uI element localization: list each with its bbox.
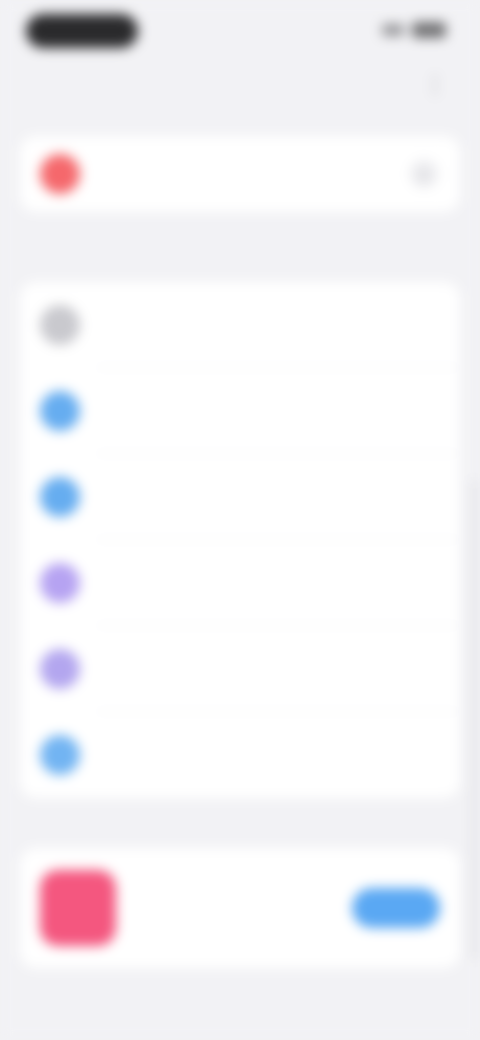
more-icon[interactable]: ⋮ — [420, 70, 450, 100]
gray-circle-icon — [40, 305, 80, 345]
promo-app-icon — [40, 870, 116, 946]
top-card[interactable]: › — [20, 136, 460, 212]
promo-card[interactable] — [20, 848, 460, 968]
settings-list — [20, 282, 460, 798]
promo-action-button[interactable] — [352, 888, 440, 928]
purple-circle-icon — [40, 649, 80, 689]
red-circle-icon — [40, 154, 80, 194]
top-card-row[interactable]: › — [20, 136, 460, 212]
purple-circle-icon — [40, 563, 80, 603]
navigation-bar: ⋮ — [0, 62, 480, 112]
list-item[interactable] — [20, 626, 460, 712]
dynamic-island — [26, 14, 138, 48]
signal-icon — [382, 24, 404, 36]
battery-icon — [412, 22, 446, 38]
chevron-right-icon: › — [410, 160, 438, 188]
blue-circle-icon — [40, 735, 80, 775]
blue-circle-icon — [40, 391, 80, 431]
list-item[interactable] — [20, 368, 460, 454]
blue-circle-icon — [40, 477, 80, 517]
list-item[interactable] — [20, 712, 460, 798]
list-item[interactable] — [20, 282, 460, 368]
status-indicators — [382, 22, 446, 38]
status-bar — [0, 0, 480, 60]
settings-screen: ⋮ › — [0, 0, 480, 1040]
list-item[interactable] — [20, 454, 460, 540]
list-item[interactable] — [20, 540, 460, 626]
scrollbar[interactable] — [472, 480, 476, 960]
